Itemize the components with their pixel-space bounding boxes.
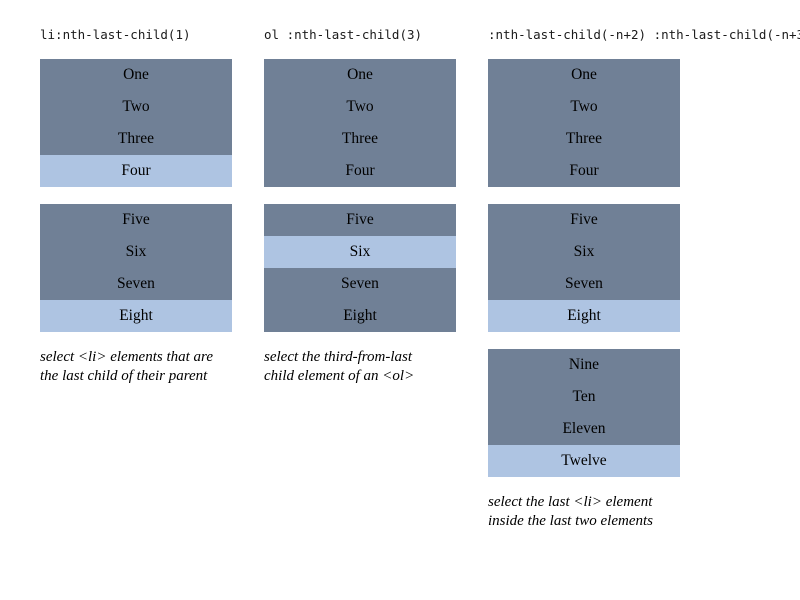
list-item: Three — [264, 123, 456, 155]
list-item: Four — [264, 155, 456, 187]
list-item: Seven — [40, 268, 232, 300]
list-item: Twelve — [488, 445, 680, 477]
list-item: One — [488, 59, 680, 91]
list-item: Eight — [40, 300, 232, 332]
caption-line: select the third-from-last — [264, 349, 413, 365]
list-item: Five — [40, 204, 232, 236]
list-item: Nine — [488, 349, 680, 381]
list-item: Five — [264, 204, 456, 236]
list-five-to-eight: Five Six Seven Eight — [264, 204, 456, 332]
list-item: Eleven — [488, 413, 680, 445]
list-one-to-four: One Two Three Four — [264, 59, 456, 187]
column-header: ol :nth-last-child(3) — [264, 27, 423, 42]
column-caption: select the third-from-last child element … — [264, 348, 464, 386]
column-caption: select the last <li> element inside the l… — [488, 493, 688, 531]
column-header: li:nth-last-child(1) — [40, 27, 191, 42]
list-five-to-eight: Five Six Seven Eight — [40, 204, 232, 332]
list-item: Seven — [488, 268, 680, 300]
list-item: Four — [40, 155, 232, 187]
caption-line: select <li> elements that are — [40, 349, 213, 365]
list-item: Six — [264, 236, 456, 268]
page-root: li:nth-last-child(1) One Two Three Four Five S… — [0, 0, 800, 600]
list-item: Four — [488, 155, 680, 187]
list-one-to-four: One Two Three Four — [488, 59, 680, 187]
list-item: Three — [40, 123, 232, 155]
list-item: Three — [488, 123, 680, 155]
list-one-to-four: One Two Three Four — [40, 59, 232, 187]
column-header: :nth-last-child(-n+2) :nth-last-child(-n… — [488, 27, 800, 42]
list-item: Eight — [264, 300, 456, 332]
caption-line: select the last <li> element — [488, 494, 653, 510]
list-item: Two — [488, 91, 680, 123]
list-item: One — [40, 59, 232, 91]
caption-line: inside the last two elements — [488, 513, 653, 529]
list-item: Five — [488, 204, 680, 236]
list-five-to-eight: Five Six Seven Eight — [488, 204, 680, 332]
column-1: li:nth-last-child(1) One Two Three Four Five S… — [40, 0, 232, 386]
list-item: Six — [40, 236, 232, 268]
column-2: ol :nth-last-child(3) One Two Three Four Five… — [264, 0, 456, 386]
list-item: Two — [264, 91, 456, 123]
column-3: :nth-last-child(-n+2) :nth-last-child(-n… — [488, 0, 800, 531]
list-item: Ten — [488, 381, 680, 413]
list-item: Two — [40, 91, 232, 123]
list-nine-to-twelve: Nine Ten Eleven Twelve — [488, 349, 680, 477]
caption-line: the last child of their parent — [40, 368, 208, 384]
list-item: Eight — [488, 300, 680, 332]
caption-line: child element of an <ol> — [264, 368, 415, 384]
list-item: One — [264, 59, 456, 91]
list-item: Seven — [264, 268, 456, 300]
column-caption: select <li> elements that are the last ch… — [40, 348, 240, 386]
list-item: Six — [488, 236, 680, 268]
